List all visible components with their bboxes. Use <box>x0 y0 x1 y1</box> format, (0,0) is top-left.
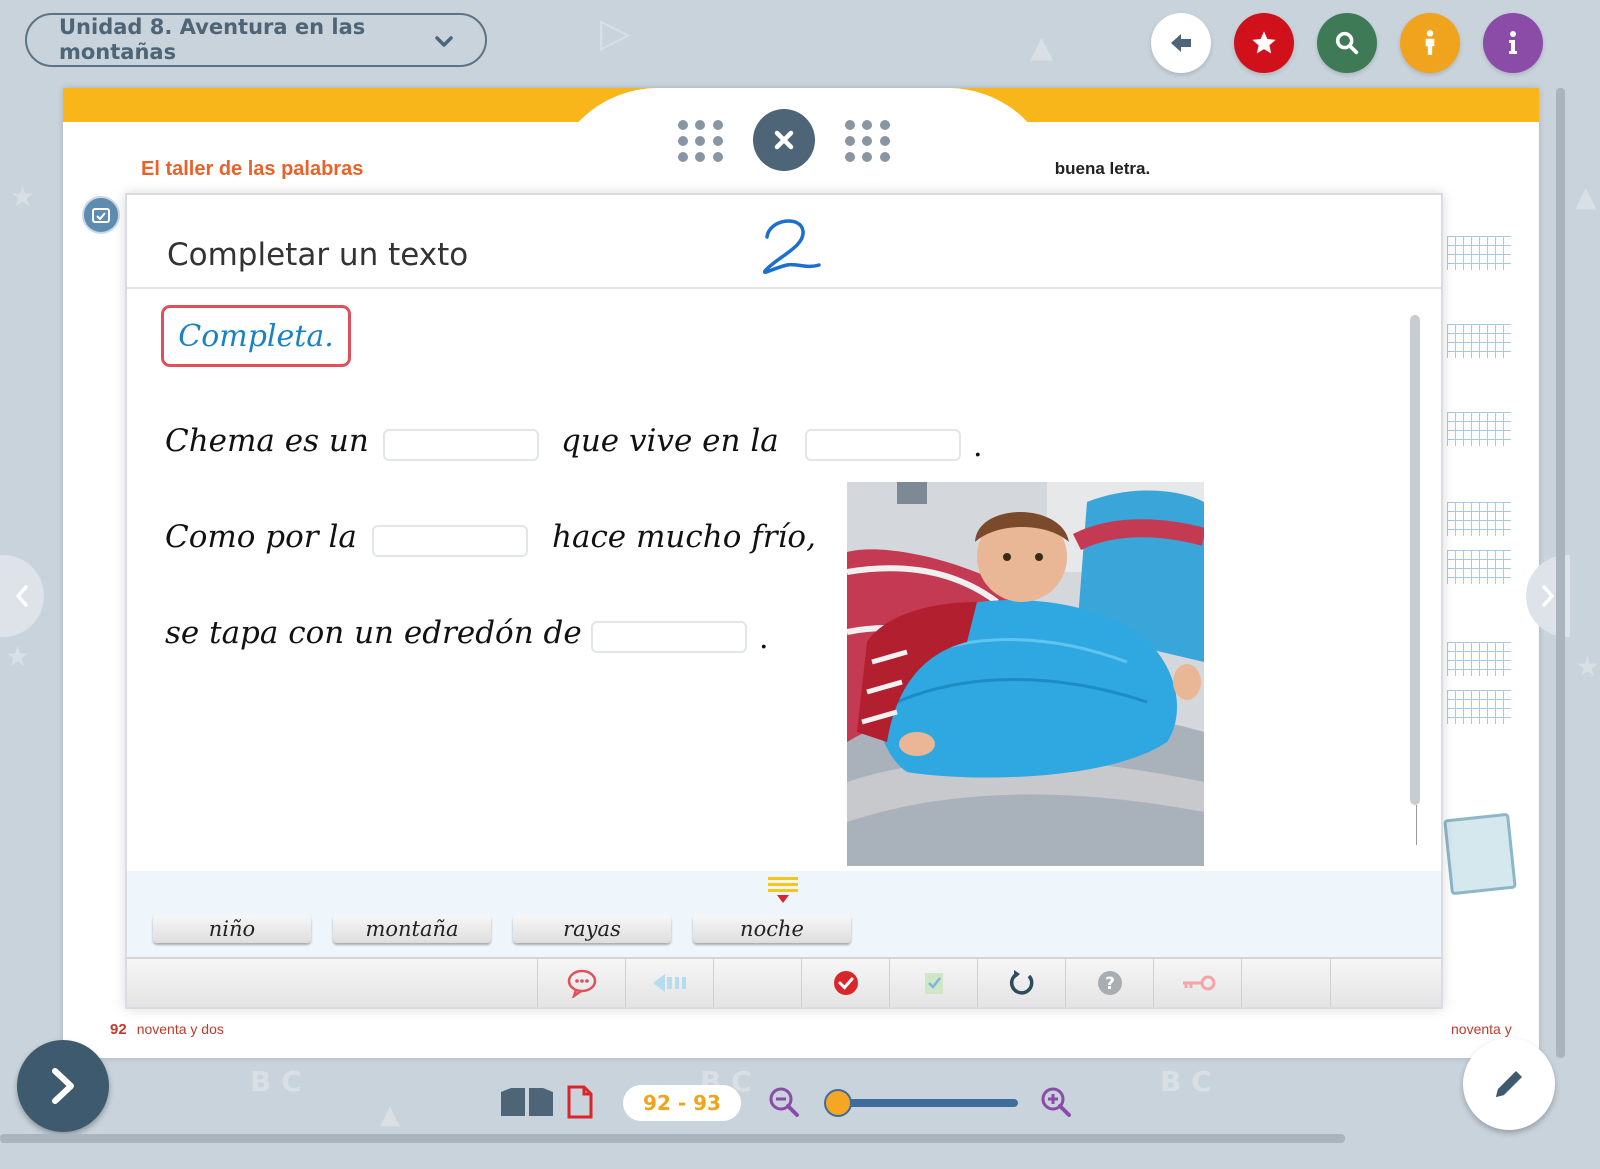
writing-grid <box>1447 412 1511 446</box>
answer-blank-4[interactable] <box>591 621 747 653</box>
chevron-down-icon <box>435 36 453 47</box>
search-icon <box>1335 31 1359 55</box>
sticker-card <box>1443 812 1517 896</box>
activity-panel: Completar un texto Completa. Chema es un… <box>125 193 1443 1009</box>
close-icon <box>774 130 794 150</box>
word-bank: niño montaña rayas noche <box>127 871 1441 959</box>
answer-blank-1[interactable] <box>383 429 539 461</box>
single-page-view-icon[interactable] <box>566 1085 594 1119</box>
word-chip[interactable]: montaña <box>333 915 491 943</box>
chevron-right-icon <box>1542 585 1555 607</box>
annotate-button[interactable] <box>1463 1038 1555 1130</box>
comment-button[interactable] <box>537 959 626 1007</box>
right-page-number: noventa y <box>1451 1021 1512 1037</box>
left-page-number: 92 noventa y dos <box>110 1021 224 1038</box>
horizontal-scrollbar[interactable] <box>0 1134 1345 1143</box>
refresh-icon <box>1009 970 1034 995</box>
info-button[interactable] <box>1483 13 1543 73</box>
audio-back-button[interactable] <box>625 959 714 1007</box>
star-icon <box>1252 31 1276 54</box>
writing-grid <box>1447 550 1511 584</box>
pencil-icon <box>1496 1071 1522 1097</box>
zoom-slider-track[interactable] <box>838 1099 1018 1107</box>
svg-text:?: ? <box>1105 974 1115 994</box>
show-solution-button[interactable] <box>889 959 978 1007</box>
writing-grid <box>1447 642 1511 676</box>
back-button[interactable] <box>1151 13 1211 73</box>
unit-selector[interactable]: Unidad 8. Aventura en las montañas <box>25 13 487 67</box>
drag-handle-left-icon[interactable] <box>678 120 724 162</box>
page-indicator[interactable]: 92 - 93 <box>623 1085 741 1121</box>
check-icon <box>834 971 858 995</box>
title-divider <box>127 287 1441 289</box>
activity-marker-button[interactable] <box>82 196 120 234</box>
key-icon <box>1183 975 1216 991</box>
zoom-in-icon[interactable] <box>1040 1086 1072 1118</box>
audio-back-icon <box>653 974 686 992</box>
drag-handle-right-icon[interactable] <box>845 120 891 162</box>
scroll-track <box>1416 805 1417 845</box>
activity-toolbar: ? <box>127 957 1441 1007</box>
writing-grid <box>1447 236 1511 270</box>
sentence-end: . <box>759 621 769 656</box>
favorites-button[interactable] <box>1234 13 1294 73</box>
word-chip[interactable]: noche <box>693 915 851 943</box>
section-title: El taller de las palabras <box>141 158 364 180</box>
double-page-view-icon[interactable] <box>499 1086 555 1118</box>
help-icon: ? <box>1098 971 1122 995</box>
calendar-check-icon <box>92 208 110 223</box>
writing-grid <box>1447 690 1511 724</box>
instruction-label: Completa. <box>161 305 351 367</box>
zoom-out-icon[interactable] <box>768 1086 800 1118</box>
word-chip[interactable]: rayas <box>513 915 671 943</box>
boy-with-blanket-image <box>847 482 1204 866</box>
zoom-slider-handle[interactable] <box>824 1089 852 1117</box>
help-button[interactable]: ? <box>1065 959 1154 1007</box>
sentence-text: se tapa con un edredón de <box>165 615 582 651</box>
collapse-arrow-icon[interactable] <box>767 873 799 903</box>
person-icon <box>1425 30 1435 55</box>
writing-grid <box>1447 324 1511 358</box>
sentence-text: que vive en la <box>561 423 779 459</box>
accessibility-button[interactable] <box>1400 13 1460 73</box>
reset-button[interactable] <box>977 959 1066 1007</box>
activity-number <box>762 219 821 275</box>
answer-key-button[interactable] <box>1153 959 1242 1007</box>
activity-title: Completar un texto <box>167 237 469 273</box>
check-answers-button[interactable] <box>801 959 890 1007</box>
close-button[interactable] <box>753 109 815 171</box>
sentence-text: Como por la <box>165 519 357 555</box>
chevron-right-icon <box>52 1068 74 1104</box>
unit-title: Unidad 8. Aventura en las montañas <box>59 15 366 64</box>
answer-blank-3[interactable] <box>372 525 528 557</box>
sentence-end: . <box>973 429 983 464</box>
search-button[interactable] <box>1317 13 1377 73</box>
chevron-left-icon <box>15 585 28 607</box>
speech-bubble-icon <box>567 969 597 998</box>
arrow-left-icon <box>1171 34 1191 52</box>
empty-tool-slot <box>713 959 802 1007</box>
sentence-text: hace mucho frío, <box>552 519 816 555</box>
writing-grid <box>1447 502 1511 536</box>
previous-page-button[interactable] <box>0 555 44 637</box>
info-icon <box>1509 31 1517 54</box>
sentence-text: Chema es un <box>165 423 369 459</box>
clipboard-check-icon <box>925 973 943 994</box>
advance-button[interactable] <box>17 1040 109 1132</box>
empty-tool-slot <box>1241 959 1331 1007</box>
vertical-scrollbar[interactable] <box>1410 315 1420 805</box>
word-chip[interactable]: niño <box>153 915 311 943</box>
answer-blank-2[interactable] <box>805 429 961 461</box>
vertical-page-scrollbar[interactable] <box>1556 88 1565 1058</box>
